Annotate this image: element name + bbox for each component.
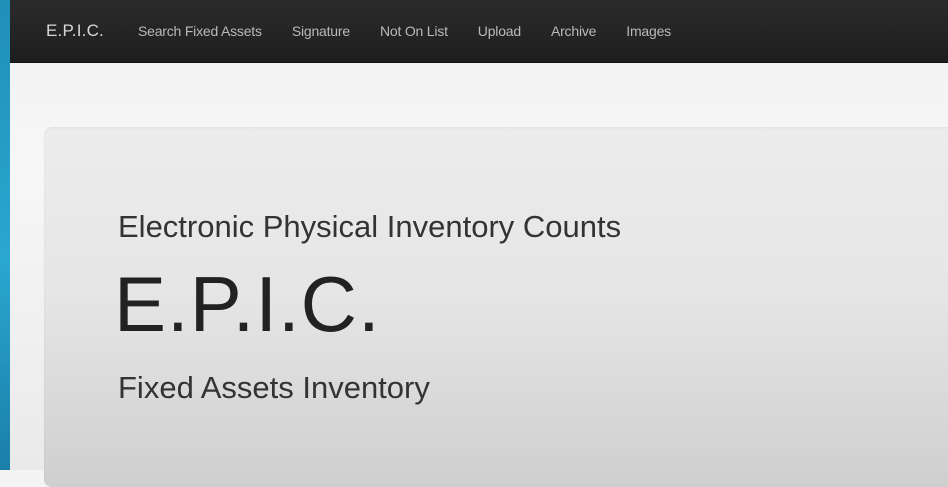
nav-images[interactable]: Images — [626, 23, 671, 39]
nav-archive[interactable]: Archive — [551, 23, 596, 39]
hero-jumbotron: Electronic Physical Inventory Counts E.P… — [44, 127, 948, 487]
nav-not-on-list[interactable]: Not On List — [380, 23, 448, 39]
hero-subtitle-top: Electronic Physical Inventory Counts — [118, 209, 622, 244]
top-navbar: E.P.I.C. Search Fixed Assets Signature N… — [10, 0, 948, 63]
nav-signature[interactable]: Signature — [292, 23, 350, 39]
hero-title: E.P.I.C. — [114, 260, 381, 348]
nav-search-fixed-assets[interactable]: Search Fixed Assets — [138, 23, 262, 39]
hero-subtitle-bottom: Fixed Assets Inventory — [118, 370, 430, 405]
nav-links: Search Fixed Assets Signature Not On Lis… — [138, 23, 701, 39]
brand-link[interactable]: E.P.I.C. — [46, 21, 104, 41]
window-left-accent — [0, 0, 10, 470]
nav-upload[interactable]: Upload — [478, 23, 521, 39]
